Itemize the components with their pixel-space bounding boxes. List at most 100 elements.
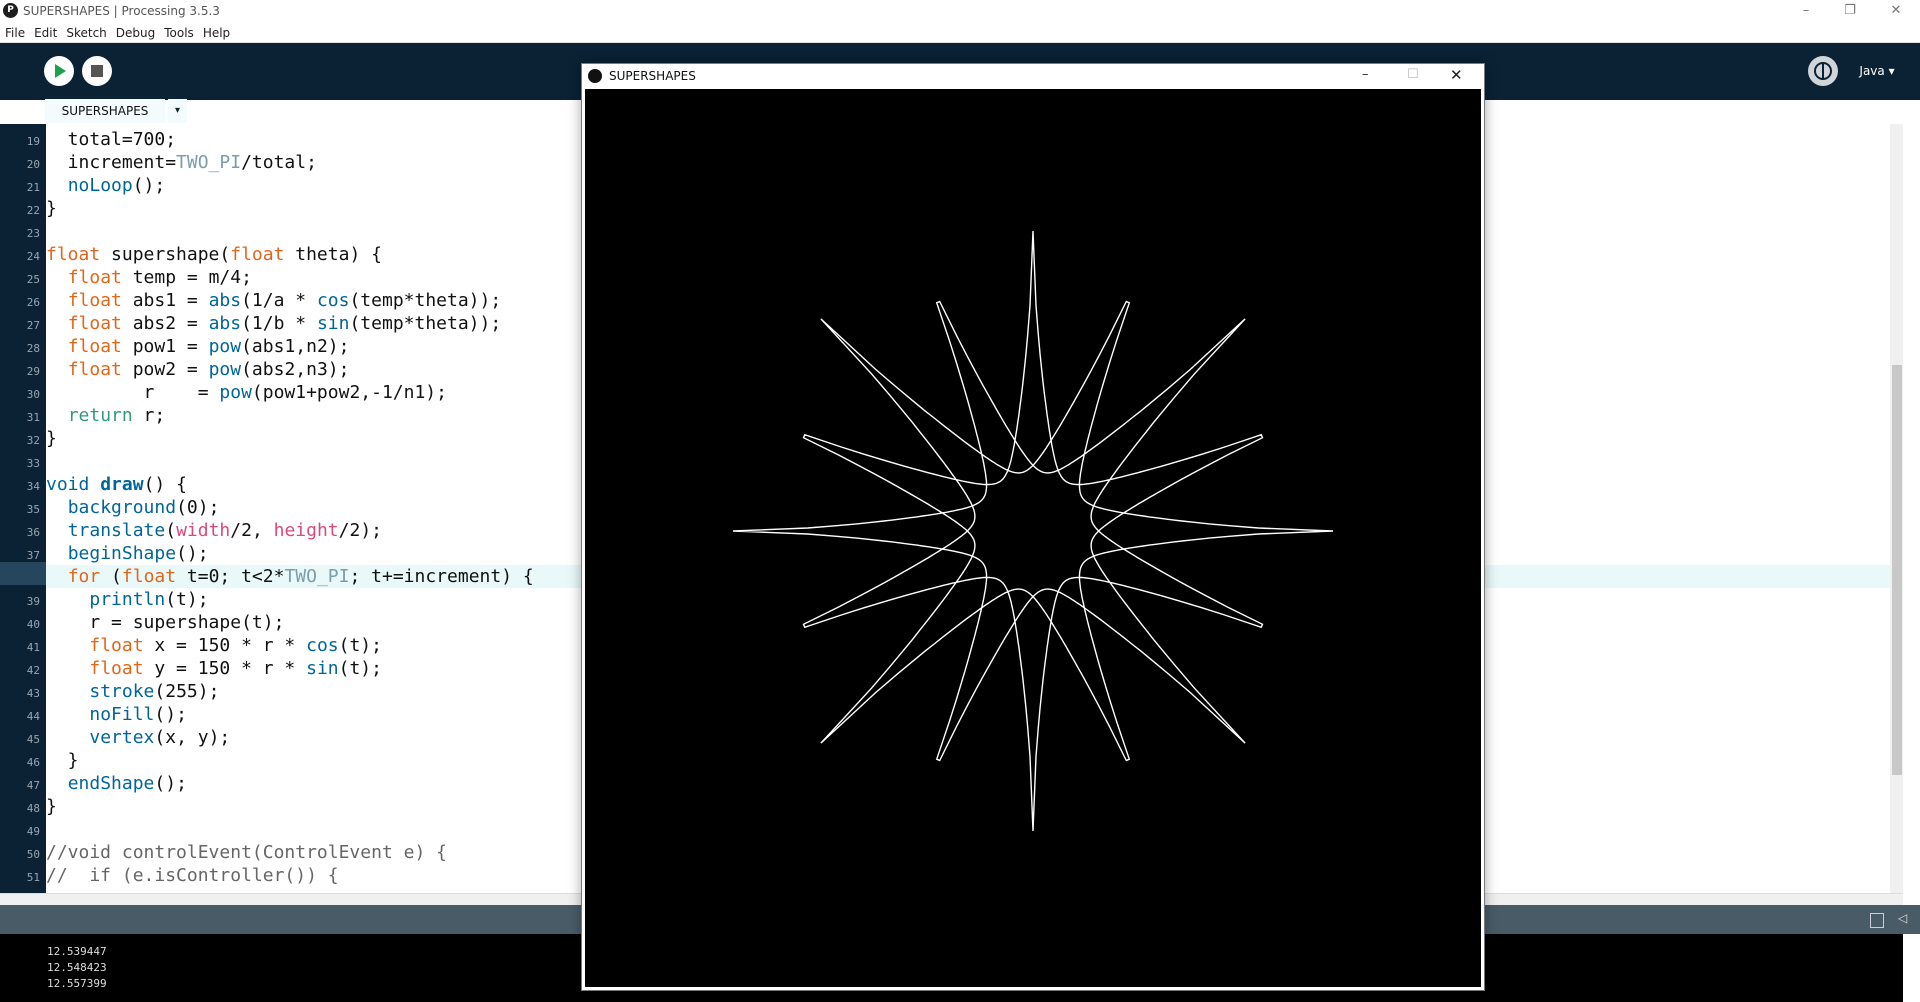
sketch-app-icon [588, 69, 602, 83]
run-icon [55, 64, 66, 78]
menu-sketch[interactable]: Sketch [66, 26, 106, 40]
supershape-curve [732, 230, 1334, 832]
code-line: r = pow(pow1+pow2,-1/n1); [46, 382, 447, 403]
supershape-drawing [732, 230, 1334, 832]
code-line: float abs2 = abs(1/b * sin(temp*theta)); [67, 313, 502, 334]
console-line: 12.557399 [47, 977, 107, 990]
line-number: 40 [26, 618, 40, 631]
code-line: } [46, 198, 57, 219]
code-line: } [46, 428, 57, 449]
code-line: stroke(255); [89, 681, 220, 702]
code-line: float pow1 = pow(abs1,n2); [67, 336, 350, 357]
line-number: 51 [26, 871, 40, 884]
debug-icon [1814, 62, 1832, 80]
code-line: void draw() { [46, 474, 187, 495]
line-number: 31 [26, 411, 40, 424]
code-line: float supershape(float theta) { [46, 244, 382, 265]
close-icon[interactable]: ✕ [1450, 66, 1463, 84]
code-line: float pow2 = pow(abs2,n3); [67, 359, 350, 380]
menu-tools[interactable]: Tools [164, 26, 194, 40]
stop-button[interactable] [82, 56, 112, 86]
sketch-canvas[interactable] [585, 89, 1481, 987]
line-number: 43 [26, 687, 40, 700]
line-number: 33 [26, 457, 40, 470]
minimize-icon[interactable]: – [1362, 67, 1369, 82]
line-number: 19 [26, 135, 40, 148]
tab-menu-button[interactable]: ▾ [168, 99, 187, 123]
line-number: 27 [26, 319, 40, 332]
line-number: 47 [26, 779, 40, 792]
code-line: noFill(); [89, 704, 187, 725]
stop-icon [91, 65, 103, 77]
mode-selector[interactable]: Java ▾ [1852, 56, 1902, 86]
line-number: 25 [26, 273, 40, 286]
menu-debug[interactable]: Debug [116, 26, 155, 40]
title-bar: P SUPERSHAPES | Processing 3.5.3 – ❐ ✕ [0, 0, 1920, 22]
menu-file[interactable]: File [5, 26, 25, 40]
line-number: 30 [26, 388, 40, 401]
console-line: 12.548423 [47, 961, 107, 974]
line-number: 34 [26, 480, 40, 493]
code-line: } [46, 796, 57, 817]
code-line: translate(width/2, height/2); [67, 520, 383, 541]
line-number: 29 [26, 365, 40, 378]
code-line: beginShape(); [67, 543, 209, 564]
code-line: return r; [67, 405, 166, 426]
line-number: 49 [26, 825, 40, 838]
code-line: total=700; [46, 129, 177, 150]
line-number: 39 [26, 595, 40, 608]
code-line: //void controlEvent(ControlEvent e) { [46, 842, 447, 863]
menu-help[interactable]: Help [203, 26, 230, 40]
sketch-window[interactable]: SUPERSHAPES – ☐ ✕ [581, 63, 1485, 991]
line-number: 32 [26, 434, 40, 447]
processing-logo-icon: P [3, 3, 18, 18]
collapse-console-icon[interactable]: ◁ [1898, 911, 1907, 925]
minimize-icon[interactable]: – [1786, 0, 1826, 22]
line-number: 42 [26, 664, 40, 677]
code-line: // if (e.isController()) { [46, 865, 339, 886]
line-number: 22 [26, 204, 40, 217]
window-title: SUPERSHAPES | Processing 3.5.3 [23, 4, 220, 18]
tab-supershapes[interactable]: SUPERSHAPES [45, 99, 165, 123]
code-line: r = supershape(t); [46, 612, 285, 633]
current-line-gutter [0, 562, 46, 585]
line-number: 24 [26, 250, 40, 263]
maximize-icon[interactable]: ❐ [1830, 0, 1870, 22]
line-number: 50 [26, 848, 40, 861]
code-line: } [46, 750, 79, 771]
code-line: float y = 150 * r * sin(t); [89, 658, 382, 679]
code-line: increment=TWO_PI/total; [46, 152, 317, 173]
code-line: noLoop(); [67, 175, 166, 196]
code-line: vertex(x, y); [89, 727, 231, 748]
sketch-window-title: SUPERSHAPES [609, 69, 696, 83]
line-number: 46 [26, 756, 40, 769]
copy-icon[interactable] [1870, 913, 1884, 928]
menu-bar: File Edit Sketch Debug Tools Help [0, 22, 1920, 43]
line-number: 44 [26, 710, 40, 723]
line-number: 36 [26, 526, 40, 539]
run-button[interactable] [44, 56, 74, 86]
line-number: 26 [26, 296, 40, 309]
line-number: 21 [26, 181, 40, 194]
close-icon[interactable]: ✕ [1876, 0, 1916, 22]
line-number: 41 [26, 641, 40, 654]
line-number: 35 [26, 503, 40, 516]
code-line: background(0); [67, 497, 220, 518]
sketch-title-bar: SUPERSHAPES – ☐ ✕ [582, 64, 1484, 88]
line-number: 48 [26, 802, 40, 815]
code-line: float x = 150 * r * cos(t); [89, 635, 382, 656]
console-line: 12.539447 [47, 945, 107, 958]
line-number: 23 [26, 227, 40, 240]
debug-button[interactable] [1808, 56, 1838, 86]
editor-scroll-thumb[interactable] [1892, 365, 1902, 775]
menu-edit[interactable]: Edit [34, 26, 57, 40]
code-line: endShape(); [67, 773, 187, 794]
line-number: 28 [26, 342, 40, 355]
line-number-gutter: 19 20 21 22 23 24 25 26 27 28 29 30 31 3… [0, 124, 46, 894]
line-number: 20 [26, 158, 40, 171]
maximize-icon[interactable]: ☐ [1407, 67, 1419, 82]
code-line: println(t); [89, 589, 209, 610]
code-line: float temp = m/4; [67, 267, 252, 288]
code-line: float abs1 = abs(1/a * cos(temp*theta)); [67, 290, 502, 311]
line-number: 45 [26, 733, 40, 746]
